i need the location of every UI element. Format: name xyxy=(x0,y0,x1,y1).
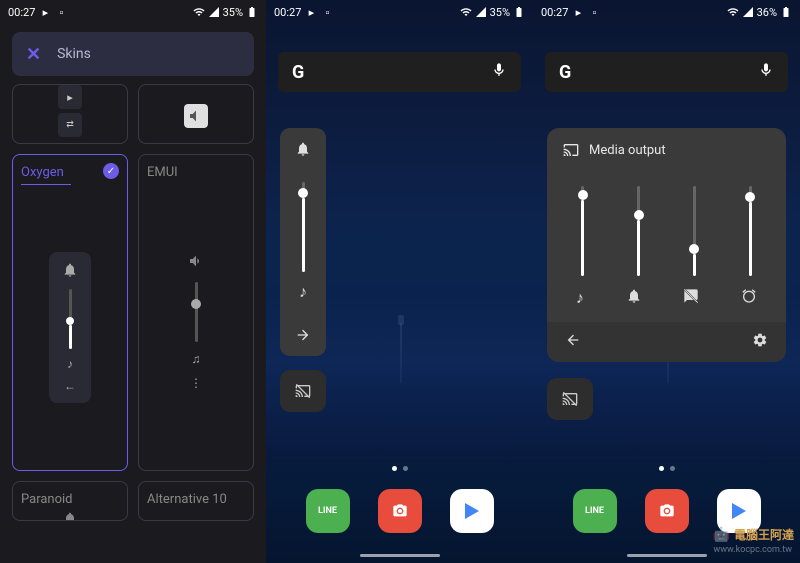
status-bar: 00:27 ▸ ▫ 35% xyxy=(0,0,266,24)
settings-icon[interactable] xyxy=(752,332,768,352)
volume-panel: ♪ xyxy=(280,128,326,356)
play-icon: ▸ xyxy=(58,85,82,109)
arrow-left-icon: ← xyxy=(64,379,76,393)
wifi-icon xyxy=(727,6,739,18)
volume-panel-expanded: Media output xyxy=(547,128,786,362)
media-volume-slider[interactable] xyxy=(581,186,584,276)
status-time: 00:27 xyxy=(541,6,568,19)
check-icon: ✓ xyxy=(103,163,119,179)
battery-icon xyxy=(246,6,258,18)
screen-cast-button[interactable] xyxy=(547,378,593,420)
skins-screen: 00:27 ▸ ▫ 35% ✕ Skins ▸ ⇄ xyxy=(0,0,266,563)
ring-volume-slider[interactable] xyxy=(637,186,640,276)
note-icon: ♪ xyxy=(67,357,73,371)
skin-card-paranoid[interactable]: Paranoid xyxy=(12,481,128,521)
chat-off-icon xyxy=(683,288,699,308)
app-camera[interactable] xyxy=(378,489,422,533)
app-line[interactable]: LINE xyxy=(573,489,617,533)
volume-icon xyxy=(188,253,204,272)
close-icon[interactable]: ✕ xyxy=(26,44,41,65)
bell-icon xyxy=(62,511,78,521)
wifi-icon xyxy=(460,6,472,18)
skin-name-label: EMUI xyxy=(147,165,245,180)
skin-card-emui[interactable]: EMUI ♫ ⋮ xyxy=(138,154,254,471)
alarm-volume-slider[interactable] xyxy=(749,186,752,276)
media-output-button[interactable]: Media output xyxy=(547,128,786,172)
app-line[interactable]: LINE xyxy=(306,489,350,533)
wifi-icon xyxy=(193,6,205,18)
alarm-icon xyxy=(741,288,757,308)
collapse-button[interactable] xyxy=(565,332,581,352)
volume-slider[interactable] xyxy=(302,182,305,272)
ringer-mode-button[interactable] xyxy=(280,128,326,170)
note-icon: ♪ xyxy=(576,288,584,308)
google-logo-icon: G xyxy=(292,62,304,83)
battery-text: 35% xyxy=(490,6,510,19)
skin-card-oxygen[interactable]: ✓ Oxygen ♪ ← xyxy=(12,154,128,471)
mic-icon[interactable] xyxy=(491,62,507,82)
mic-icon[interactable] xyxy=(758,62,774,82)
app-camera[interactable] xyxy=(645,489,689,533)
app-dock: LINE xyxy=(266,489,533,533)
media-output-label: Media output xyxy=(589,143,666,158)
skins-header: ✕ Skins xyxy=(12,32,254,76)
skin-name-label: Alternative 10 xyxy=(147,492,245,507)
youtube-icon: ▸ xyxy=(39,6,51,18)
google-search-bar[interactable]: G xyxy=(545,52,788,92)
bell-icon xyxy=(62,262,78,281)
watermark: 🤖 電腦王阿達 xyxy=(713,526,794,543)
battery-icon xyxy=(780,6,792,18)
nav-handle[interactable] xyxy=(627,554,707,557)
image-icon: ▫ xyxy=(588,6,600,18)
youtube-icon: ▸ xyxy=(305,6,317,18)
signal-icon xyxy=(475,6,487,18)
battery-icon xyxy=(513,6,525,18)
skins-title: Skins xyxy=(57,46,91,62)
expand-button[interactable] xyxy=(280,314,326,356)
signal-icon xyxy=(208,6,220,18)
screen-cast-button[interactable] xyxy=(280,370,326,412)
partial-skin-card-top-left[interactable]: ▸ ⇄ xyxy=(12,84,128,144)
bell-icon xyxy=(626,288,642,308)
volume-icon xyxy=(184,104,208,128)
page-indicator xyxy=(659,466,675,471)
image-icon: ▫ xyxy=(321,6,333,18)
partial-skin-card-top-right[interactable] xyxy=(138,84,254,144)
status-bar: 00:27 ▸ ▫ 35% xyxy=(266,0,533,24)
note-icon: ♪ xyxy=(299,282,307,302)
status-time: 00:27 xyxy=(274,6,301,19)
page-indicator xyxy=(392,466,408,471)
battery-text: 36% xyxy=(757,6,777,19)
app-play-store[interactable] xyxy=(450,489,494,533)
status-time: 00:27 xyxy=(8,6,35,19)
note-icon: ♫ xyxy=(192,352,201,366)
home-screen-expanded-volume: 00:27 ▸ ▫ 36% G Media output xyxy=(533,0,800,563)
more-icon: ⋮ xyxy=(190,376,202,390)
status-bar: 00:27 ▸ ▫ 36% xyxy=(533,0,800,24)
google-search-bar[interactable]: G xyxy=(278,52,521,92)
battery-text: 35% xyxy=(223,6,243,19)
watermark-url: www.kocpc.com.tw xyxy=(714,545,792,555)
notification-volume-slider[interactable] xyxy=(693,186,696,276)
shuffle-icon: ⇄ xyxy=(58,113,82,137)
skin-card-alternative[interactable]: Alternative 10 xyxy=(138,481,254,521)
image-icon: ▫ xyxy=(55,6,67,18)
google-logo-icon: G xyxy=(559,62,571,83)
home-screen-narrow-volume: 00:27 ▸ ▫ 35% G ♪ xyxy=(266,0,533,563)
youtube-icon: ▸ xyxy=(572,6,584,18)
skin-name-label: Paranoid xyxy=(21,492,119,507)
signal-icon xyxy=(742,6,754,18)
nav-handle[interactable] xyxy=(360,554,440,557)
